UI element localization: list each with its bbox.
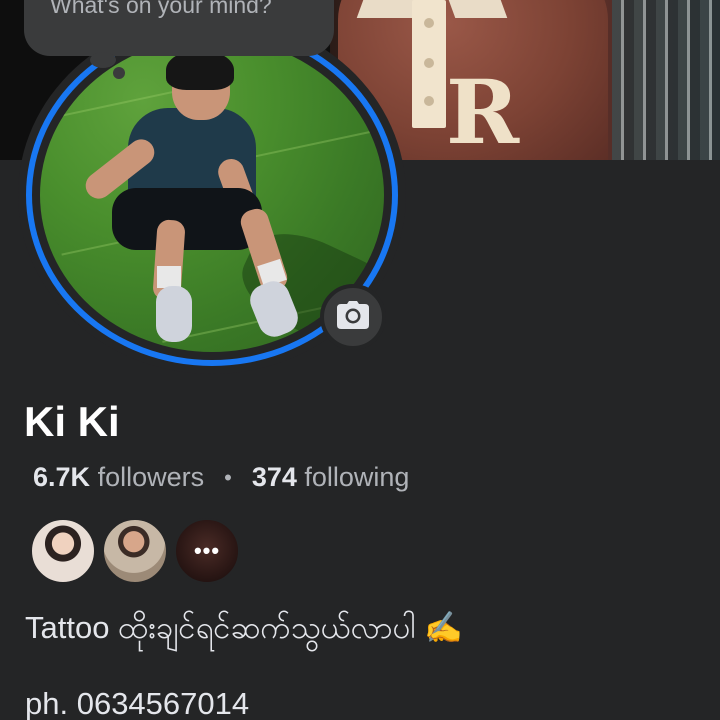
thought-bubble[interactable]: What's on your mind?	[24, 0, 334, 56]
profile-name: Ki Ki	[24, 398, 120, 445]
mutual-avatar[interactable]	[30, 518, 96, 584]
thought-bubble-tail	[90, 52, 116, 68]
camera-icon	[336, 300, 370, 334]
more-dots-icon: •••	[193, 538, 221, 563]
person-shorts	[112, 188, 262, 250]
follow-stats: 6.7K followers • 374 following	[33, 462, 409, 493]
cover-button	[424, 96, 434, 106]
cover-button	[424, 58, 434, 68]
cover-button	[424, 18, 434, 28]
mutual-avatar[interactable]	[102, 518, 168, 584]
thought-bubble-placeholder: What's on your mind?	[50, 0, 272, 18]
profile-bio: Tattoo ထိုးချင်ရင်ဆက်သွယ်လာပါ ✍️	[25, 610, 463, 645]
stats-separator: •	[224, 464, 232, 490]
person-sock	[157, 266, 181, 288]
following-link[interactable]: 374 following	[252, 462, 410, 493]
profile-phone: ph. 0634567014	[25, 686, 250, 720]
cover-emblem: R	[446, 60, 520, 160]
followers-label: followers	[97, 462, 205, 492]
followers-link[interactable]: 6.7K followers	[33, 462, 204, 493]
change-profile-picture-button[interactable]	[320, 284, 386, 350]
cover-collar-right	[448, 0, 508, 18]
mutual-followers: •••	[30, 518, 250, 584]
following-label: following	[304, 462, 410, 492]
more-mutuals-button[interactable]: •••	[174, 518, 240, 584]
following-count: 374	[251, 462, 297, 492]
person-shoe	[156, 286, 192, 342]
thought-bubble-tail-dot	[113, 67, 125, 79]
cover-window	[612, 0, 720, 160]
profile-page: R What's on your mind? Ki Ki 6.7K follow…	[0, 0, 720, 720]
person-hair	[166, 50, 234, 90]
followers-count: 6.7K	[33, 462, 91, 492]
